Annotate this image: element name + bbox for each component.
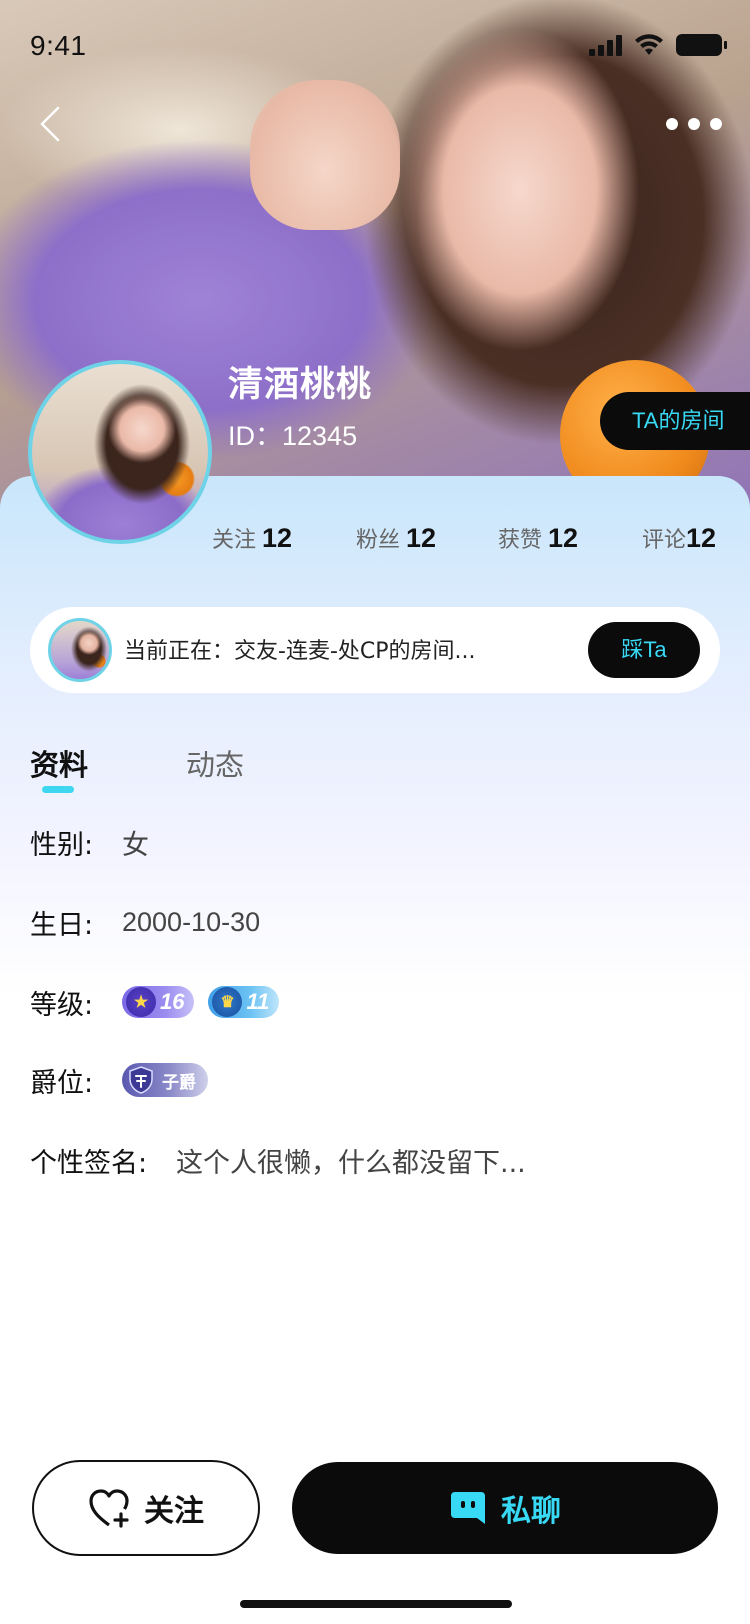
stat-following[interactable]: 关注 12 xyxy=(212,522,292,554)
more-dots-icon xyxy=(688,118,700,130)
profile-id: ID：12345 xyxy=(228,421,358,451)
rank-value: 子爵 xyxy=(162,1072,196,1093)
profile-avatar[interactable] xyxy=(28,360,212,544)
stat-label: 评论 xyxy=(642,528,687,553)
follow-label: 关注 xyxy=(144,1494,204,1529)
info-label: 个性签名: xyxy=(30,1147,148,1179)
info-value: 2000-10-30 xyxy=(122,906,261,937)
battery-icon xyxy=(676,34,727,56)
info-gender: 性别: 女 xyxy=(30,822,149,862)
info-rank: 爵位: 子爵 xyxy=(30,1060,208,1100)
crown-icon: ♛ xyxy=(212,987,243,1017)
stat-comments[interactable]: 评论 12 xyxy=(642,522,716,554)
more-dots-icon xyxy=(710,118,722,130)
status-bar: 9:41 xyxy=(0,0,750,88)
visit-ta-button[interactable]: 踩Ta xyxy=(588,622,700,678)
star-icon: ★ xyxy=(126,987,156,1017)
chat-label: 私聊 xyxy=(501,1494,561,1529)
shield-icon xyxy=(126,1065,156,1095)
info-label: 爵位: xyxy=(30,1067,94,1099)
active-tab-indicator xyxy=(42,786,74,793)
current-room-banner[interactable]: 当前正在：交友-连麦-处CP的房间... 踩Ta xyxy=(30,607,720,693)
charm-level-badge: ♛ 11 xyxy=(208,986,280,1018)
info-birthday: 生日: 2000-10-30 xyxy=(30,902,260,942)
info-signature: 个性签名: 这个人很懒，什么都没留下... xyxy=(30,1140,526,1180)
back-button[interactable] xyxy=(30,104,70,144)
signal-icon xyxy=(589,34,622,56)
stat-value: 12 xyxy=(548,523,579,553)
current-room-text: 当前正在：交友-连麦-处CP的房间... xyxy=(124,639,476,664)
wifi-icon xyxy=(635,34,663,55)
chat-bubble-icon xyxy=(451,1492,485,1524)
stat-value: 12 xyxy=(406,523,437,553)
follow-button[interactable]: 关注 xyxy=(32,1460,260,1556)
ta-room-button[interactable]: TA的房间 xyxy=(600,392,750,450)
info-level: 等级: ★ 16 ♛ 11 xyxy=(30,982,280,1022)
stat-likes[interactable]: 获赞 12 xyxy=(498,522,578,554)
tab-moments[interactable]: 动态 xyxy=(186,742,244,784)
info-value: 这个人很懒，什么都没留下... xyxy=(176,1147,526,1179)
stat-fans[interactable]: 粉丝 12 xyxy=(356,522,436,554)
stat-label: 获赞 xyxy=(498,528,543,553)
level-value: 16 xyxy=(160,989,185,1014)
private-chat-button[interactable]: 私聊 xyxy=(292,1462,718,1554)
rank-badge: 子爵 xyxy=(122,1063,208,1097)
cover-photo-detail xyxy=(250,80,400,230)
info-value: 女 xyxy=(122,829,149,861)
tab-profile-info[interactable]: 资料 xyxy=(30,742,88,784)
stat-label: 粉丝 xyxy=(356,528,401,553)
more-dots-icon xyxy=(666,118,678,130)
info-label: 生日: xyxy=(30,909,94,941)
stat-value: 12 xyxy=(686,523,717,553)
wealth-level-badge: ★ 16 xyxy=(122,986,195,1018)
room-avatar xyxy=(48,618,112,682)
profile-name: 清酒桃桃 xyxy=(228,365,373,405)
level-value: 11 xyxy=(246,989,270,1014)
status-icons xyxy=(589,32,727,56)
more-button[interactable] xyxy=(666,112,722,136)
stat-value: 12 xyxy=(262,523,293,553)
info-label: 等级: xyxy=(30,989,94,1021)
heart-plus-icon xyxy=(89,1489,129,1528)
stat-label: 关注 xyxy=(212,528,257,553)
status-time: 9:41 xyxy=(30,30,87,61)
info-label: 性别: xyxy=(30,829,94,861)
home-indicator xyxy=(240,1600,512,1608)
chevron-left-icon xyxy=(40,106,60,142)
